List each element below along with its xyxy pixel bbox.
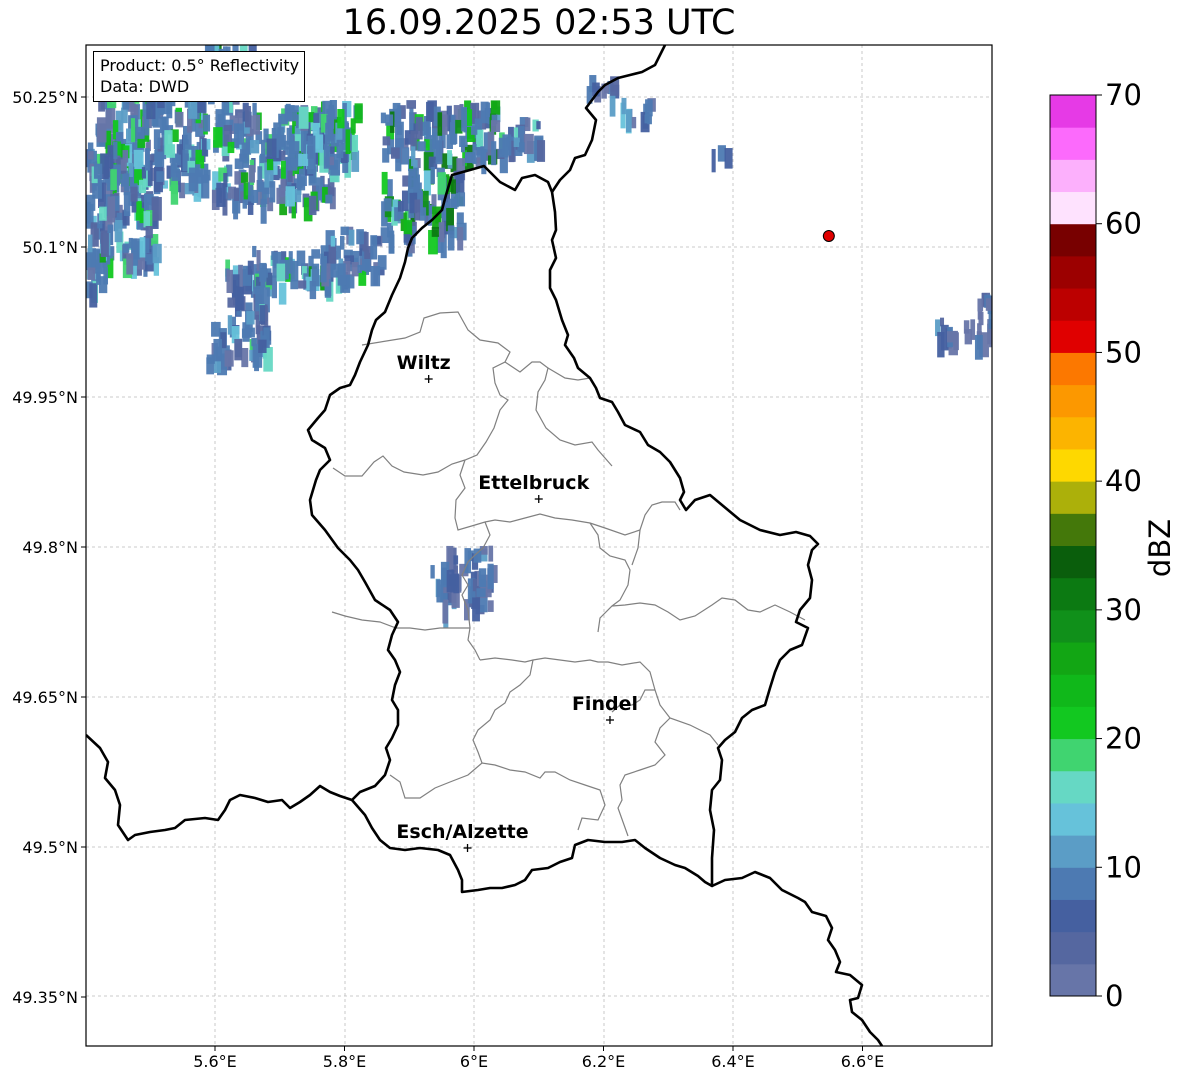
colorbar-segment bbox=[1050, 95, 1096, 128]
lon-tick-label: 5.6°E bbox=[193, 1052, 237, 1071]
colorbar-tick-label: 20 bbox=[1105, 722, 1142, 756]
lat-tick-label: 49.5°N bbox=[22, 838, 78, 857]
city-label: Wiltz bbox=[397, 352, 451, 374]
colorbar-segment bbox=[1050, 609, 1096, 643]
lon-tick-label: 5.8°E bbox=[323, 1052, 367, 1071]
colorbar-segment bbox=[1050, 159, 1096, 193]
lat-tick-label: 50.1°N bbox=[22, 238, 78, 257]
colorbar-segment bbox=[1050, 931, 1096, 965]
info-box: Product: 0.5° Reflectivity Data: DWD bbox=[93, 51, 306, 102]
colorbar: 0 10 20 30 40 50 60 70 dBZ bbox=[1049, 78, 1177, 1013]
colorbar-segment bbox=[1050, 352, 1096, 386]
radar-site-marker bbox=[822, 230, 835, 242]
colorbar-segment bbox=[1050, 191, 1096, 225]
lat-tick-label: 49.65°N bbox=[12, 688, 78, 707]
colorbar-segment bbox=[1050, 288, 1096, 321]
colorbar-segment bbox=[1050, 448, 1096, 482]
lon-tick-label: 6.6°E bbox=[841, 1052, 885, 1071]
colorbar-tick-label: 70 bbox=[1105, 78, 1142, 112]
colorbar-segment bbox=[1050, 577, 1096, 611]
city-label: Findel bbox=[572, 693, 638, 715]
lat-tick-label: 49.95°N bbox=[12, 388, 78, 407]
colorbar-segment bbox=[1050, 642, 1096, 675]
colorbar-segment bbox=[1050, 255, 1096, 289]
city-label: Ettelbruck bbox=[478, 472, 589, 494]
product-label: Product: 0.5° Reflectivity bbox=[100, 56, 300, 75]
latitude-ticks: 50.25°N 50.1°N 49.95°N 49.8°N 49.65°N 49.5°N 4… bbox=[12, 88, 86, 1007]
colorbar-segment bbox=[1050, 867, 1096, 900]
colorbar-segment bbox=[1050, 384, 1096, 418]
colorbar-segment bbox=[1050, 706, 1096, 740]
colorbar-tick-label: 50 bbox=[1105, 335, 1142, 369]
lat-tick-label: 49.35°N bbox=[12, 988, 78, 1007]
colorbar-tick-label: 0 bbox=[1105, 979, 1123, 1013]
colorbar-segment bbox=[1050, 481, 1096, 514]
colorbar-tick-label: 60 bbox=[1105, 207, 1142, 241]
lat-tick-label: 49.8°N bbox=[22, 538, 78, 557]
colorbar-segment bbox=[1050, 802, 1096, 836]
colorbar-segment bbox=[1050, 513, 1096, 546]
colorbar-segment bbox=[1050, 416, 1096, 450]
lon-tick-label: 6.2°E bbox=[582, 1052, 626, 1071]
colorbar-tick-label: 10 bbox=[1105, 850, 1142, 884]
colorbar-tick-label: 30 bbox=[1105, 593, 1142, 627]
colorbar-segment bbox=[1050, 223, 1096, 257]
colorbar-segment bbox=[1050, 963, 1096, 997]
colorbar-label: dBZ bbox=[1143, 519, 1177, 577]
longitude-ticks: 5.6°E 5.8°E 6°E 6.2°E 6.4°E 6.6°E bbox=[193, 1046, 884, 1071]
colorbar-segment bbox=[1050, 545, 1096, 579]
lon-tick-label: 6.4°E bbox=[711, 1052, 755, 1071]
lon-tick-label: 6°E bbox=[460, 1052, 488, 1071]
colorbar-segment bbox=[1050, 127, 1096, 160]
colorbar-segment bbox=[1050, 674, 1096, 707]
data-source-label: Data: DWD bbox=[100, 77, 190, 96]
colorbar-tick-label: 40 bbox=[1105, 464, 1142, 498]
city-label: Esch/Alzette bbox=[396, 821, 528, 843]
colorbar-segment bbox=[1050, 738, 1096, 772]
colorbar-segment bbox=[1050, 835, 1096, 868]
colorbar-segment bbox=[1050, 770, 1096, 804]
colorbar-segment bbox=[1050, 320, 1096, 353]
colorbar-segment bbox=[1050, 899, 1096, 933]
lat-tick-label: 50.25°N bbox=[12, 88, 78, 107]
radar-map: 5.6°E 5.8°E 6°E 6.2°E 6.4°E 6.6°E 50.25°N 50.1… bbox=[12, 44, 1177, 1071]
